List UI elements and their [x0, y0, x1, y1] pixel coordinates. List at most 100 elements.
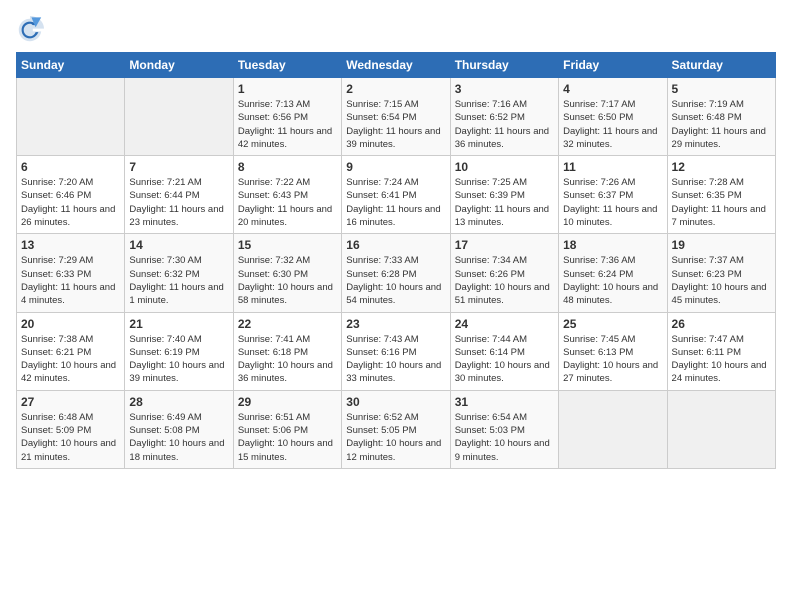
day-number: 2 — [346, 82, 445, 96]
day-header-wednesday: Wednesday — [342, 53, 450, 78]
day-header-saturday: Saturday — [667, 53, 775, 78]
week-row-5: 27 Sunrise: 6:48 AM Sunset: 5:09 PM Dayli… — [17, 390, 776, 468]
day-info: Sunrise: 7:25 AM Sunset: 6:39 PM Dayligh… — [455, 176, 554, 229]
calendar-cell: 12 Sunrise: 7:28 AM Sunset: 6:35 PM Dayli… — [667, 156, 775, 234]
header-row: SundayMondayTuesdayWednesdayThursdayFrid… — [17, 53, 776, 78]
day-number: 8 — [238, 160, 337, 174]
day-info: Sunrise: 7:44 AM Sunset: 6:14 PM Dayligh… — [455, 333, 554, 386]
day-header-tuesday: Tuesday — [233, 53, 341, 78]
day-number: 1 — [238, 82, 337, 96]
day-info: Sunrise: 7:30 AM Sunset: 6:32 PM Dayligh… — [129, 254, 228, 307]
day-number: 18 — [563, 238, 662, 252]
day-info: Sunrise: 7:47 AM Sunset: 6:11 PM Dayligh… — [672, 333, 771, 386]
day-number: 21 — [129, 317, 228, 331]
day-number: 20 — [21, 317, 120, 331]
day-info: Sunrise: 7:22 AM Sunset: 6:43 PM Dayligh… — [238, 176, 337, 229]
day-number: 23 — [346, 317, 445, 331]
calendar-cell: 5 Sunrise: 7:19 AM Sunset: 6:48 PM Daylig… — [667, 78, 775, 156]
calendar-cell: 15 Sunrise: 7:32 AM Sunset: 6:30 PM Dayli… — [233, 234, 341, 312]
calendar-cell: 2 Sunrise: 7:15 AM Sunset: 6:54 PM Daylig… — [342, 78, 450, 156]
calendar-cell: 1 Sunrise: 7:13 AM Sunset: 6:56 PM Daylig… — [233, 78, 341, 156]
calendar-cell: 3Sunrise: 7:16 AM Sunset: 6:52 PM Daylig… — [450, 78, 558, 156]
day-header-sunday: Sunday — [17, 53, 125, 78]
day-info: Sunrise: 7:41 AM Sunset: 6:18 PM Dayligh… — [238, 333, 337, 386]
day-info: Sunrise: 7:36 AM Sunset: 6:24 PM Dayligh… — [563, 254, 662, 307]
day-number: 17 — [455, 238, 554, 252]
day-number: 16 — [346, 238, 445, 252]
day-info: Sunrise: 7:34 AM Sunset: 6:26 PM Dayligh… — [455, 254, 554, 307]
day-info: Sunrise: 7:45 AM Sunset: 6:13 PM Dayligh… — [563, 333, 662, 386]
calendar-cell: 4 Sunrise: 7:17 AM Sunset: 6:50 PM Daylig… — [559, 78, 667, 156]
day-info: Sunrise: 7:32 AM Sunset: 6:30 PM Dayligh… — [238, 254, 337, 307]
day-info: Sunrise: 7:13 AM Sunset: 6:56 PM Dayligh… — [238, 98, 337, 151]
calendar-cell: 7Sunrise: 7:21 AM Sunset: 6:44 PM Daylig… — [125, 156, 233, 234]
day-number: 11 — [563, 160, 662, 174]
day-header-friday: Friday — [559, 53, 667, 78]
calendar-table: SundayMondayTuesdayWednesdayThursdayFrid… — [16, 52, 776, 469]
day-number: 6 — [21, 160, 120, 174]
calendar-header: SundayMondayTuesdayWednesdayThursdayFrid… — [17, 53, 776, 78]
calendar-cell: 21Sunrise: 7:40 AM Sunset: 6:19 PM Dayli… — [125, 312, 233, 390]
day-info: Sunrise: 7:37 AM Sunset: 6:23 PM Dayligh… — [672, 254, 771, 307]
day-number: 30 — [346, 395, 445, 409]
day-info: Sunrise: 7:17 AM Sunset: 6:50 PM Dayligh… — [563, 98, 662, 151]
calendar-cell: 13 Sunrise: 7:29 AM Sunset: 6:33 PM Dayli… — [17, 234, 125, 312]
calendar-cell: 8 Sunrise: 7:22 AM Sunset: 6:43 PM Daylig… — [233, 156, 341, 234]
calendar-cell: 24 Sunrise: 7:44 AM Sunset: 6:14 PM Dayli… — [450, 312, 558, 390]
day-number: 10 — [455, 160, 554, 174]
day-info: Sunrise: 7:43 AM Sunset: 6:16 PM Dayligh… — [346, 333, 445, 386]
week-row-2: 6 Sunrise: 7:20 AM Sunset: 6:46 PM Daylig… — [17, 156, 776, 234]
calendar-cell: 11 Sunrise: 7:26 AM Sunset: 6:37 PM Dayli… — [559, 156, 667, 234]
calendar-cell — [17, 78, 125, 156]
calendar-cell — [559, 390, 667, 468]
day-info: Sunrise: 6:49 AM Sunset: 5:08 PM Dayligh… — [129, 411, 228, 464]
calendar-cell — [667, 390, 775, 468]
calendar-cell: 14Sunrise: 7:30 AM Sunset: 6:32 PM Dayli… — [125, 234, 233, 312]
calendar-cell: 20 Sunrise: 7:38 AM Sunset: 6:21 PM Dayli… — [17, 312, 125, 390]
day-number: 15 — [238, 238, 337, 252]
day-header-thursday: Thursday — [450, 53, 558, 78]
calendar-cell: 10 Sunrise: 7:25 AM Sunset: 6:39 PM Dayli… — [450, 156, 558, 234]
day-number: 25 — [563, 317, 662, 331]
calendar-cell: 26 Sunrise: 7:47 AM Sunset: 6:11 PM Dayli… — [667, 312, 775, 390]
day-info: Sunrise: 7:29 AM Sunset: 6:33 PM Dayligh… — [21, 254, 120, 307]
day-info: Sunrise: 7:33 AM Sunset: 6:28 PM Dayligh… — [346, 254, 445, 307]
calendar-cell: 6 Sunrise: 7:20 AM Sunset: 6:46 PM Daylig… — [17, 156, 125, 234]
day-number: 22 — [238, 317, 337, 331]
day-number: 24 — [455, 317, 554, 331]
week-row-3: 13 Sunrise: 7:29 AM Sunset: 6:33 PM Dayli… — [17, 234, 776, 312]
calendar-body: 1 Sunrise: 7:13 AM Sunset: 6:56 PM Daylig… — [17, 78, 776, 469]
day-info: Sunrise: 7:38 AM Sunset: 6:21 PM Dayligh… — [21, 333, 120, 386]
day-info: Sunrise: 7:15 AM Sunset: 6:54 PM Dayligh… — [346, 98, 445, 151]
day-number: 31 — [455, 395, 554, 409]
day-number: 9 — [346, 160, 445, 174]
day-number: 26 — [672, 317, 771, 331]
calendar-cell: 30Sunrise: 6:52 AM Sunset: 5:05 PM Dayli… — [342, 390, 450, 468]
day-info: Sunrise: 6:51 AM Sunset: 5:06 PM Dayligh… — [238, 411, 337, 464]
day-number: 13 — [21, 238, 120, 252]
calendar-cell: 16 Sunrise: 7:33 AM Sunset: 6:28 PM Dayli… — [342, 234, 450, 312]
day-number: 19 — [672, 238, 771, 252]
day-number: 5 — [672, 82, 771, 96]
logo-icon — [16, 16, 44, 44]
calendar-cell: 18 Sunrise: 7:36 AM Sunset: 6:24 PM Dayli… — [559, 234, 667, 312]
day-info: Sunrise: 7:19 AM Sunset: 6:48 PM Dayligh… — [672, 98, 771, 151]
week-row-4: 20 Sunrise: 7:38 AM Sunset: 6:21 PM Dayli… — [17, 312, 776, 390]
day-info: Sunrise: 6:54 AM Sunset: 5:03 PM Dayligh… — [455, 411, 554, 464]
day-info: Sunrise: 7:20 AM Sunset: 6:46 PM Dayligh… — [21, 176, 120, 229]
calendar-cell: 23 Sunrise: 7:43 AM Sunset: 6:16 PM Dayli… — [342, 312, 450, 390]
logo — [16, 16, 48, 44]
day-header-monday: Monday — [125, 53, 233, 78]
day-info: Sunrise: 7:21 AM Sunset: 6:44 PM Dayligh… — [129, 176, 228, 229]
day-info: Sunrise: 7:16 AM Sunset: 6:52 PM Dayligh… — [455, 98, 554, 151]
day-number: 27 — [21, 395, 120, 409]
calendar-cell: 31 Sunrise: 6:54 AM Sunset: 5:03 PM Dayli… — [450, 390, 558, 468]
week-row-1: 1 Sunrise: 7:13 AM Sunset: 6:56 PM Daylig… — [17, 78, 776, 156]
calendar-cell: 22 Sunrise: 7:41 AM Sunset: 6:18 PM Dayli… — [233, 312, 341, 390]
day-info: Sunrise: 6:48 AM Sunset: 5:09 PM Dayligh… — [21, 411, 120, 464]
day-number: 12 — [672, 160, 771, 174]
day-info: Sunrise: 7:28 AM Sunset: 6:35 PM Dayligh… — [672, 176, 771, 229]
day-number: 4 — [563, 82, 662, 96]
calendar-cell — [125, 78, 233, 156]
day-info: Sunrise: 7:26 AM Sunset: 6:37 PM Dayligh… — [563, 176, 662, 229]
